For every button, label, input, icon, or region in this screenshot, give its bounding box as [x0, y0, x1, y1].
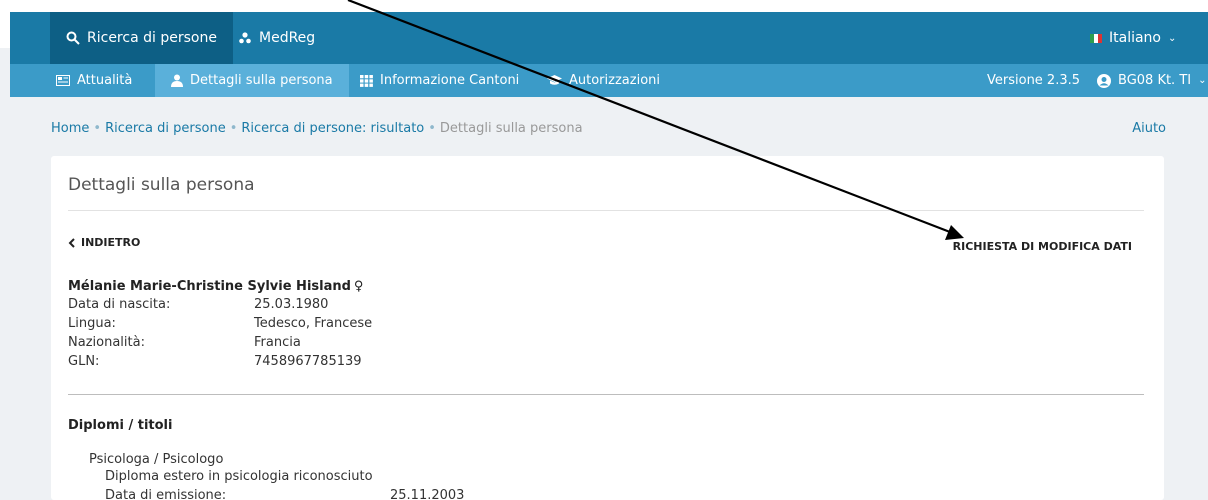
annotation-arrow [347, 0, 964, 240]
